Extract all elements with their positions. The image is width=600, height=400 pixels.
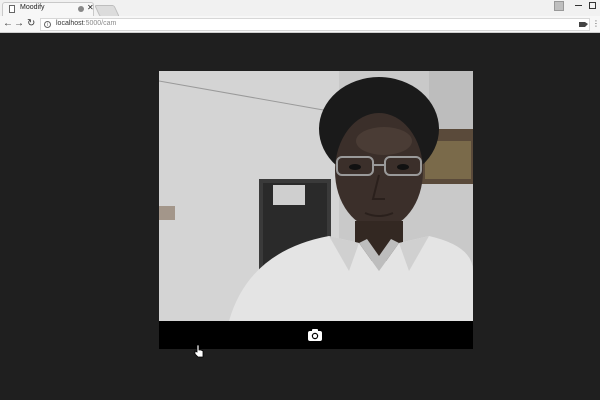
webcam-video-feed bbox=[159, 71, 473, 321]
close-tab-icon[interactable]: ✕ bbox=[87, 3, 94, 12]
mouse-cursor bbox=[194, 344, 204, 358]
document-icon bbox=[9, 5, 15, 13]
browser-tab[interactable]: Moodify ✕ bbox=[2, 2, 94, 16]
webcam-frame bbox=[159, 71, 473, 321]
more-vert-icon[interactable]: ⋮ bbox=[592, 18, 600, 30]
back-arrow-icon[interactable]: ← bbox=[3, 18, 13, 30]
camera-icon bbox=[308, 329, 322, 341]
url-path: :5000/cam bbox=[83, 20, 117, 27]
tab-title: Moodify bbox=[20, 4, 45, 11]
url-host: localhost bbox=[56, 20, 84, 27]
minimize-window-icon[interactable] bbox=[575, 5, 582, 6]
user-profile-icon[interactable] bbox=[554, 1, 564, 11]
browser-titlebar: Moodify ✕ bbox=[0, 0, 600, 17]
webcam-panel bbox=[159, 71, 473, 349]
reload-icon[interactable]: ↻ bbox=[27, 18, 35, 30]
info-icon[interactable]: i bbox=[44, 21, 51, 28]
forward-arrow-icon[interactable]: → bbox=[14, 18, 24, 30]
camera-control-bar bbox=[159, 321, 473, 349]
url-text[interactable]: localhost:5000/cam bbox=[56, 20, 116, 27]
browser-toolbar: ← → ↻ i localhost:5000/cam ☆ bbox=[0, 16, 600, 33]
capture-photo-button[interactable] bbox=[307, 328, 323, 342]
address-bar[interactable]: i localhost:5000/cam ☆ bbox=[40, 18, 590, 31]
maximize-window-icon[interactable] bbox=[589, 2, 596, 9]
camera-indicator-icon[interactable] bbox=[579, 22, 588, 27]
tab-media-icon bbox=[78, 6, 84, 12]
